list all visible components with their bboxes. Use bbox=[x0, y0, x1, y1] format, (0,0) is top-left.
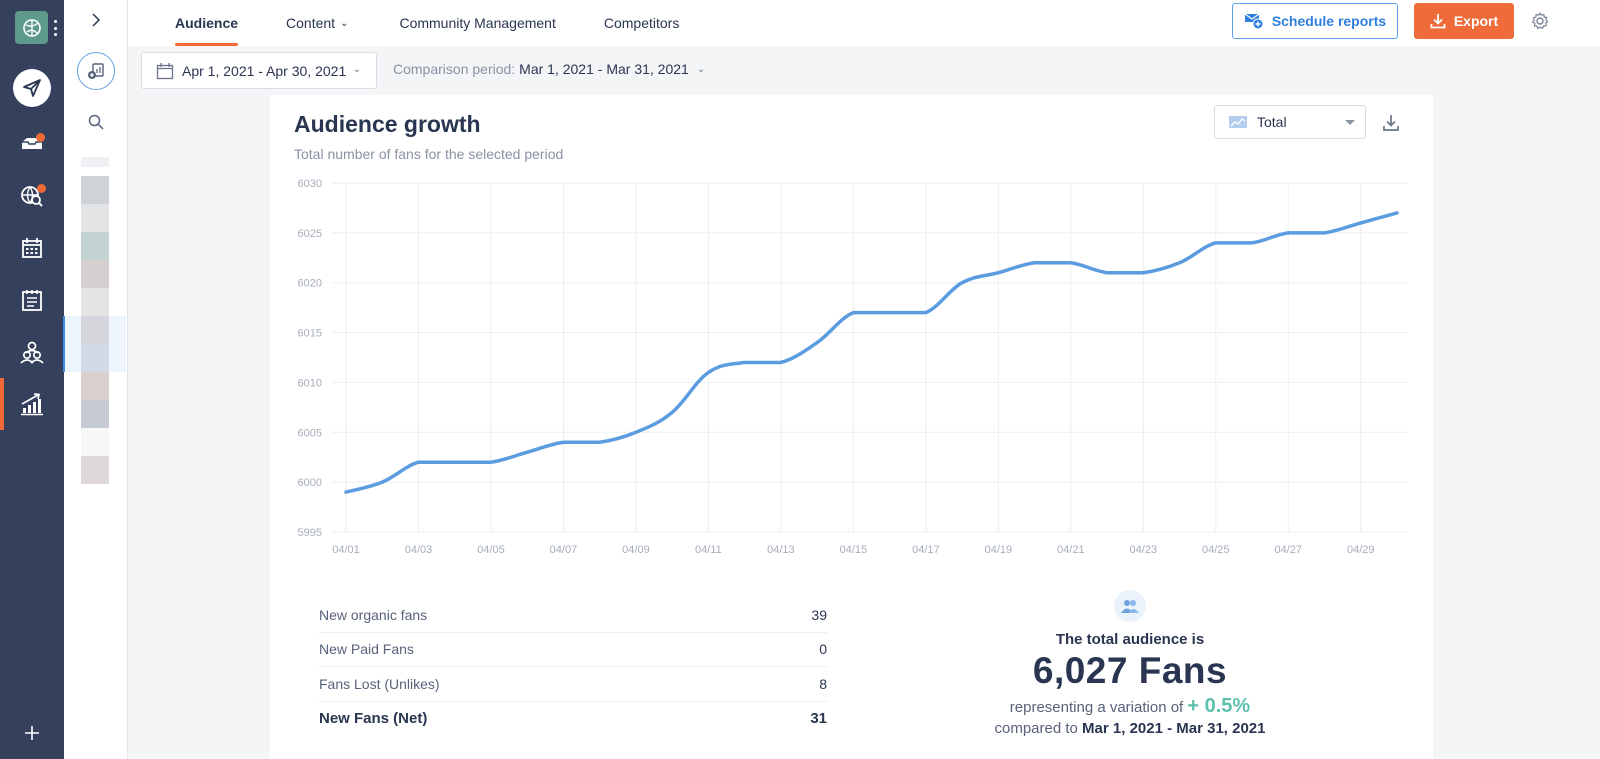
page-item[interactable] bbox=[64, 204, 126, 232]
page-item[interactable] bbox=[64, 176, 126, 204]
chevron-down-icon: ⌄ bbox=[696, 63, 706, 75]
nav-calendar[interactable] bbox=[0, 226, 64, 270]
stat-row: New Paid Fans 0 bbox=[319, 633, 827, 667]
nav-team[interactable] bbox=[0, 330, 64, 374]
reports-panel bbox=[63, 0, 128, 759]
x-tick-label: 04/29 bbox=[1347, 544, 1375, 556]
x-tick-label: 04/01 bbox=[332, 544, 360, 556]
add-button[interactable] bbox=[0, 715, 64, 751]
top-bar: Audience Content ⌄ Community Management C… bbox=[128, 0, 1600, 46]
x-tick-label: 04/05 bbox=[477, 544, 505, 556]
y-tick-label: 6000 bbox=[298, 477, 322, 489]
page-item-selected[interactable] bbox=[63, 344, 126, 372]
page-item[interactable] bbox=[64, 400, 126, 428]
nav-listening[interactable] bbox=[0, 174, 64, 218]
page-item[interactable] bbox=[64, 148, 126, 176]
y-tick-label: 6020 bbox=[298, 278, 322, 290]
stat-row-total: New Fans (Net) 31 bbox=[319, 710, 827, 728]
schedule-reports-button[interactable]: Schedule reports bbox=[1232, 3, 1398, 39]
y-axis-labels: 5995 6000 6005 6010 6015 6020 6025 6030 bbox=[298, 178, 322, 539]
x-tick-label: 04/23 bbox=[1130, 544, 1158, 556]
x-tick-label: 04/27 bbox=[1275, 544, 1303, 556]
audience-summary: The total audience is 6,027 Fans represe… bbox=[970, 590, 1290, 737]
add-report-button[interactable] bbox=[77, 52, 115, 90]
workspace-menu-icon[interactable] bbox=[53, 20, 57, 36]
plus-icon bbox=[25, 726, 39, 740]
fans-stats-table: New organic fans 39 New Paid Fans 0 Fans L… bbox=[319, 598, 827, 736]
gear-icon[interactable] bbox=[1530, 11, 1550, 31]
y-tick-label: 5995 bbox=[298, 527, 322, 539]
calendar-icon bbox=[156, 62, 174, 79]
variation-value: + 0.5% bbox=[1187, 695, 1251, 717]
tab-audience[interactable]: Audience bbox=[175, 0, 239, 46]
x-tick-label: 04/15 bbox=[840, 544, 868, 556]
x-tick-label: 04/25 bbox=[1202, 544, 1230, 556]
expand-panel-button[interactable] bbox=[86, 8, 106, 32]
notepad-icon bbox=[22, 290, 42, 311]
page-item[interactable] bbox=[64, 260, 126, 288]
x-tick-label: 04/17 bbox=[912, 544, 940, 556]
users-icon bbox=[1114, 590, 1146, 622]
y-tick-label: 6025 bbox=[298, 228, 322, 240]
leaf-globe-icon bbox=[22, 18, 41, 37]
page-item[interactable] bbox=[64, 232, 126, 260]
page-item-selected[interactable] bbox=[63, 316, 126, 344]
nav-planner[interactable] bbox=[0, 278, 64, 322]
x-tick-label: 04/03 bbox=[405, 544, 433, 556]
paper-plane-icon bbox=[23, 79, 41, 97]
export-button[interactable]: Export bbox=[1414, 3, 1514, 39]
audience-growth-chart: 59956000600560106015602060256030 04/01 04… bbox=[298, 178, 1408, 556]
page-item[interactable] bbox=[64, 428, 126, 456]
calendar-icon bbox=[22, 238, 42, 258]
chevron-down-icon: ⌄ bbox=[340, 17, 349, 29]
page-list bbox=[63, 148, 126, 484]
x-axis-labels: 04/01 04/03 04/05 04/07 04/09 04/11 04/13 04/15… bbox=[332, 544, 1374, 556]
report-tabs: Audience Content ⌄ Community Management C… bbox=[128, 0, 679, 46]
stat-row: New organic fans 39 bbox=[319, 598, 827, 633]
workspace-logo[interactable] bbox=[15, 11, 48, 44]
chevron-right-icon bbox=[92, 13, 101, 27]
page-item[interactable] bbox=[64, 456, 126, 484]
notification-badge bbox=[37, 184, 46, 193]
y-gridlines bbox=[332, 182, 1408, 533]
main-nav-rail bbox=[0, 0, 64, 759]
comparison-period-picker[interactable]: Comparison period: Mar 1, 2021 - Mar 31,… bbox=[393, 61, 705, 77]
users-icon bbox=[20, 341, 44, 364]
x-tick-label: 04/19 bbox=[985, 544, 1013, 556]
x-gridlines bbox=[345, 183, 1362, 532]
page-item[interactable] bbox=[64, 288, 126, 316]
search-icon bbox=[88, 114, 104, 130]
download-icon bbox=[1430, 14, 1446, 29]
schedule-mail-icon bbox=[1244, 13, 1264, 30]
y-tick-label: 6030 bbox=[298, 178, 322, 190]
y-tick-label: 6010 bbox=[298, 377, 322, 389]
search-button[interactable] bbox=[84, 110, 108, 134]
x-tick-label: 04/09 bbox=[622, 544, 650, 556]
page-item[interactable] bbox=[64, 372, 126, 400]
total-fans-value: 6,027 Fans bbox=[1032, 650, 1228, 691]
x-tick-label: 04/07 bbox=[550, 544, 578, 556]
y-tick-label: 6015 bbox=[298, 328, 322, 340]
tab-content[interactable]: Content ⌄ bbox=[286, 0, 348, 46]
audience-growth-card: Audience growth Total number of fans for… bbox=[270, 95, 1433, 759]
date-range-picker[interactable]: Apr 1, 2021 - Apr 30, 2021 ⌄ bbox=[141, 52, 377, 89]
nav-inbox[interactable] bbox=[0, 120, 64, 164]
tab-competitors[interactable]: Competitors bbox=[604, 0, 679, 46]
tab-community-management[interactable]: Community Management bbox=[399, 0, 555, 46]
add-report-icon bbox=[88, 63, 104, 79]
x-tick-label: 04/11 bbox=[695, 544, 722, 556]
notification-badge bbox=[36, 133, 45, 142]
series-line-total-fans bbox=[344, 211, 1399, 494]
nav-publish[interactable] bbox=[0, 66, 64, 110]
chevron-down-icon: ⌄ bbox=[352, 64, 361, 75]
x-tick-label: 04/13 bbox=[767, 544, 795, 556]
x-tick-label: 04/21 bbox=[1057, 544, 1085, 556]
analytics-chart-icon bbox=[21, 393, 43, 416]
y-tick-label: 6005 bbox=[298, 427, 322, 439]
stat-row: Fans Lost (Unlikes) 8 bbox=[319, 667, 827, 702]
nav-analytics[interactable] bbox=[0, 378, 64, 430]
